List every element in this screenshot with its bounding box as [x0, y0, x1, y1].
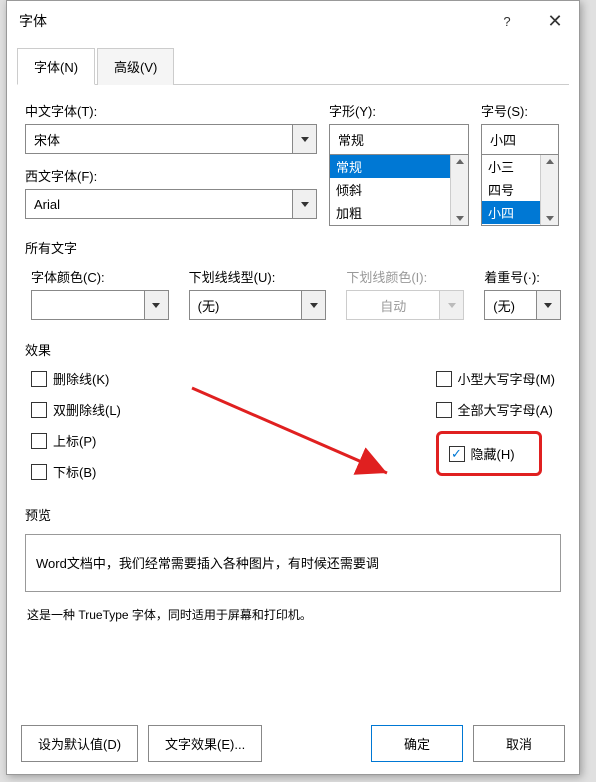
dropdown-button[interactable] [292, 190, 316, 218]
checkbox-icon [31, 371, 47, 387]
cn-font-combo[interactable]: 宋体 [25, 124, 317, 154]
underline-label: 下划线线型(U): [189, 267, 327, 286]
dialog-title: 字体 [19, 11, 47, 31]
scroll-down-icon [456, 216, 464, 221]
tab-advanced[interactable]: 高级(V) [97, 48, 174, 85]
scrollbar[interactable] [540, 155, 558, 225]
checkbox-allcaps[interactable]: 全部大写字母(A) [436, 400, 553, 419]
color-combo[interactable] [31, 290, 169, 320]
scroll-down-icon [546, 216, 554, 221]
color-label: 字体颜色(C): [31, 267, 169, 286]
size-label: 字号(S): [481, 101, 559, 120]
close-button[interactable]: ✕ [531, 1, 579, 41]
underline-value: (无) [190, 296, 302, 315]
set-default-button[interactable]: 设为默认值(D) [21, 725, 138, 762]
style-value: 常规 [330, 130, 468, 149]
ok-button[interactable]: 确定 [371, 725, 463, 762]
dropdown-button[interactable] [301, 291, 325, 319]
checkbox-hidden[interactable]: ✓隐藏(H) [449, 444, 515, 463]
underline-combo[interactable]: (无) [189, 290, 327, 320]
list-item[interactable]: 倾斜 [330, 178, 468, 201]
size-listbox[interactable]: 小三 四号 小四 [481, 154, 559, 226]
list-item[interactable]: 加粗 [330, 201, 468, 224]
scroll-up-icon [546, 159, 554, 164]
emphasis-combo[interactable]: (无) [484, 290, 561, 320]
underline-color-combo: 自动 [346, 290, 464, 320]
help-icon: ? [503, 14, 510, 29]
titlebar-buttons: ? ✕ [483, 1, 579, 41]
chevron-down-icon [301, 137, 309, 142]
chevron-down-icon [152, 303, 160, 308]
west-font-combo[interactable]: Arial [25, 189, 317, 219]
checkbox-double-strike[interactable]: 双删除线(L) [31, 400, 121, 419]
tab-bar: 字体(N) 高级(V) [17, 41, 569, 85]
scrollbar[interactable] [450, 155, 468, 225]
list-item[interactable]: 常规 [330, 155, 468, 178]
chevron-down-icon [544, 303, 552, 308]
cn-font-label: 中文字体(T): [25, 101, 317, 120]
style-listbox[interactable]: 常规 倾斜 加粗 [329, 154, 469, 226]
preview-box: Word文档中，我们经常需要插入各种图片，有时候还需要调 [25, 534, 561, 592]
dropdown-button [439, 291, 463, 319]
cn-font-value: 宋体 [26, 130, 292, 149]
emphasis-label: 着重号(·): [484, 267, 561, 286]
emphasis-value: (无) [485, 296, 536, 315]
chevron-down-icon [310, 303, 318, 308]
dialog-footer: 设为默认值(D) 文字效果(E)... 确定 取消 [7, 725, 579, 762]
help-button[interactable]: ? [483, 1, 531, 41]
text-effects-button[interactable]: 文字效果(E)... [148, 725, 262, 762]
tab-font[interactable]: 字体(N) [17, 48, 95, 85]
chevron-down-icon [448, 303, 456, 308]
close-icon: ✕ [547, 11, 562, 32]
size-value: 小四 [482, 130, 558, 149]
checkbox-icon [31, 433, 47, 449]
preview-text: Word文档中，我们经常需要插入各种图片，有时候还需要调 [36, 556, 379, 571]
checkbox-icon [436, 402, 452, 418]
font-dialog: 字体 ? ✕ 字体(N) 高级(V) 中文字体(T): 宋体 西文字体(F): … [6, 0, 580, 775]
west-font-label: 西文字体(F): [25, 166, 317, 185]
effects-header: 效果 [25, 340, 561, 359]
checkbox-icon: ✓ [449, 446, 465, 462]
checkbox-smallcaps[interactable]: 小型大写字母(M) [436, 369, 556, 388]
alltext-header: 所有文字 [25, 238, 561, 257]
checkbox-strike[interactable]: 删除线(K) [31, 369, 121, 388]
checkbox-icon [436, 371, 452, 387]
underline-color-value: 自动 [347, 296, 439, 315]
checkbox-icon [31, 464, 47, 480]
underline-color-label: 下划线颜色(I): [346, 267, 464, 286]
dialog-content: 中文字体(T): 宋体 西文字体(F): Arial 字形(Y): 常规 [7, 85, 579, 623]
size-input[interactable]: 小四 [481, 124, 559, 154]
style-label: 字形(Y): [329, 101, 469, 120]
scroll-up-icon [456, 159, 464, 164]
checkmark-icon: ✓ [451, 447, 462, 460]
dropdown-button[interactable] [292, 125, 316, 153]
checkbox-subscript[interactable]: 下标(B) [31, 462, 121, 481]
checkbox-superscript[interactable]: 上标(P) [31, 431, 121, 450]
titlebar: 字体 ? ✕ [7, 1, 579, 41]
style-input[interactable]: 常规 [329, 124, 469, 154]
checkbox-icon [31, 402, 47, 418]
preview-description: 这是一种 TrueType 字体，同时适用于屏幕和打印机。 [27, 606, 559, 623]
dropdown-button[interactable] [536, 291, 560, 319]
dropdown-button[interactable] [144, 291, 168, 319]
chevron-down-icon [301, 202, 309, 207]
west-font-value: Arial [26, 197, 292, 212]
annotation-highlight: ✓隐藏(H) [436, 431, 542, 476]
cancel-button[interactable]: 取消 [473, 725, 565, 762]
preview-header: 预览 [25, 505, 561, 524]
